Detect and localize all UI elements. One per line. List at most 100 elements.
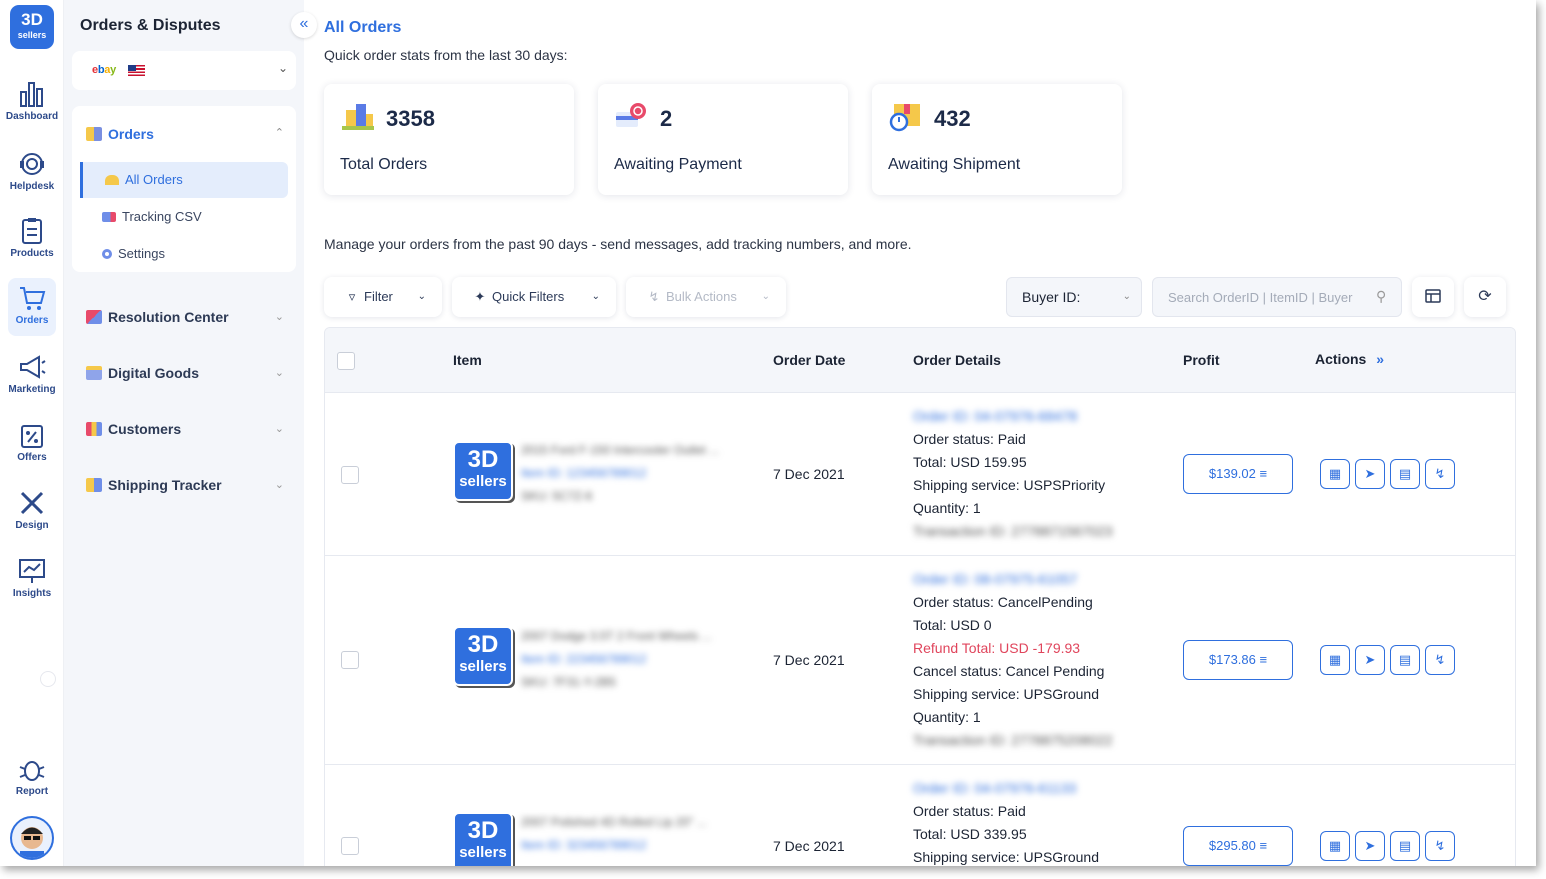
quick-filters-button[interactable]: ✦ Quick Filters ⌄: [452, 277, 616, 317]
buyer-id-select[interactable]: Buyer ID: ⌄: [1006, 277, 1142, 317]
chevron-down-icon: ⌄: [274, 367, 284, 379]
column-header-profit: Profit: [1183, 352, 1220, 368]
resolution-center-icon: [86, 310, 102, 324]
refresh-button[interactable]: ⟳: [1464, 277, 1506, 317]
marketplace-selector[interactable]: ebay ⌄: [72, 51, 296, 90]
rail-item-helpdesk[interactable]: Helpdesk: [0, 150, 64, 192]
item-title[interactable]: 2007 Polished 4D Rolled Lip 20" ...: [521, 815, 707, 829]
column-header-order-date: Order Date: [773, 352, 846, 368]
stat-card-awaiting-payment: 2 Awaiting Payment: [598, 84, 848, 195]
order-total: Total: USD 0: [913, 617, 992, 633]
cancel-status: Cancel status: Cancel Pending: [913, 663, 1105, 679]
collapse-sidebar-button[interactable]: «: [291, 12, 317, 38]
column-header-item: Item: [453, 352, 482, 368]
order-id-link[interactable]: Order ID: 04-07976-68478: [913, 405, 1113, 428]
rail-item-offers[interactable]: Offers: [0, 421, 64, 463]
document-action-button[interactable]: ▤: [1390, 459, 1420, 489]
clipboard-action-button[interactable]: ▦: [1320, 459, 1350, 489]
orders-table: Item Order Date Order Details Profit Act…: [324, 327, 1516, 866]
search-input[interactable]: [1152, 277, 1402, 317]
rail-label: Dashboard: [5, 111, 59, 122]
table-row: 3D sellers 2007 Dodge 3.5T 2 Front Wheels…: [325, 556, 1515, 765]
rail-label: Design: [15, 520, 49, 531]
rail-item-marketing[interactable]: Marketing: [0, 353, 64, 395]
document-action-button[interactable]: ▤: [1390, 831, 1420, 861]
avatar-face-icon: [12, 818, 52, 858]
bulk-actions-button[interactable]: ↯ Bulk Actions ⌄: [626, 277, 786, 317]
transaction-id: Transaction ID: 2778875208022: [913, 732, 1113, 748]
user-avatar[interactable]: [10, 816, 54, 860]
profit-button[interactable]: $139.02 ≡: [1183, 454, 1293, 494]
stat-card-total-orders: 3358 Total Orders: [324, 84, 574, 195]
select-all-checkbox[interactable]: [337, 352, 355, 370]
us-flag-icon: [128, 65, 145, 76]
nav-tracking-csv[interactable]: Tracking CSV: [80, 199, 288, 235]
bug-icon: [19, 761, 45, 781]
monitor-chart-icon: [19, 559, 45, 583]
card-clock-icon: [616, 103, 646, 127]
order-status: Order status: Paid: [913, 431, 1026, 447]
rail-item-report[interactable]: Report: [0, 755, 64, 797]
row-checkbox[interactable]: [341, 466, 359, 484]
main-content: All Orders Quick order stats from the la…: [304, 0, 1536, 866]
column-header-actions: Actions »: [1315, 351, 1385, 367]
order-status: Order status: Paid: [913, 803, 1026, 819]
sliders-icon: ≡: [1259, 838, 1268, 853]
sliders-icon: ≡: [1259, 652, 1268, 667]
nav-customers[interactable]: Customers ⌄: [72, 417, 296, 445]
lightning-action-button[interactable]: ↯: [1425, 645, 1455, 675]
nav-settings[interactable]: Settings: [80, 236, 288, 272]
nav-shipping-tracker[interactable]: Shipping Tracker ⌄: [72, 473, 296, 501]
row-checkbox[interactable]: [341, 837, 359, 855]
clipboard-action-button[interactable]: ▦: [1320, 831, 1350, 861]
refund-total: Refund Total: USD -179.93: [913, 640, 1081, 656]
rail-decoration-circle: [40, 671, 56, 687]
document-action-button[interactable]: ▤: [1390, 645, 1420, 675]
nav-digital-goods[interactable]: Digital Goods ⌄: [72, 361, 296, 389]
magic-wand-icon: ✦: [474, 289, 486, 304]
stat-label: Awaiting Payment: [614, 156, 742, 173]
order-details: Order ID: 04-07976-61133 Order status: P…: [913, 777, 1099, 866]
send-message-button[interactable]: ➤: [1355, 831, 1385, 861]
stat-value: 3358: [386, 106, 435, 131]
order-id-link[interactable]: Order ID: 08-07975-61057: [913, 568, 1113, 591]
app-window: 3D sellers Dashboard Helpdesk Products O…: [0, 0, 1536, 866]
chevron-up-icon[interactable]: ⌃: [275, 126, 284, 139]
orders-group-header[interactable]: Orders: [86, 126, 154, 142]
item-title[interactable]: 2015 Ford F-150 Intercooler Outlet ...: [521, 443, 719, 457]
item-id-link[interactable]: Item ID: 223456789012: [521, 652, 646, 666]
item-sku: SKU: 7F31-Y-2B5: [521, 675, 616, 689]
side-panel: Orders & Disputes ebay ⌄ Orders ⌃ All Or…: [64, 0, 304, 866]
lightning-action-button[interactable]: ↯: [1425, 831, 1455, 861]
lightning-action-button[interactable]: ↯: [1425, 459, 1455, 489]
profit-button[interactable]: $295.80 ≡: [1183, 826, 1293, 866]
row-checkbox[interactable]: [341, 651, 359, 669]
double-chevron-right-icon[interactable]: »: [1376, 351, 1384, 367]
orders-group: Orders ⌃ All Orders Tracking CSV Setting…: [72, 106, 296, 272]
order-id-link[interactable]: Order ID: 04-07976-61133: [913, 777, 1099, 800]
stat-card-awaiting-shipment: 432 Awaiting Shipment: [872, 84, 1122, 195]
nav-resolution-center[interactable]: Resolution Center ⌄: [72, 305, 296, 333]
clipboard-icon: [22, 218, 42, 244]
filter-icon: ▿: [348, 289, 356, 304]
filter-button[interactable]: ▿ Filter ⌄: [324, 277, 442, 317]
nav-all-orders[interactable]: All Orders: [80, 162, 288, 198]
clipboard-action-button[interactable]: ▦: [1320, 645, 1350, 675]
rail-item-orders[interactable]: Orders: [0, 284, 64, 326]
app-logo[interactable]: 3D sellers: [10, 5, 54, 49]
rail-label: Report: [15, 786, 49, 797]
send-message-button[interactable]: ➤: [1355, 459, 1385, 489]
rail-item-insights[interactable]: Insights: [0, 557, 64, 599]
chevron-down-icon: ⌄: [1122, 291, 1131, 302]
item-sku: SKU: 5C7Z-6: [521, 489, 593, 503]
rail-item-design[interactable]: Design: [0, 489, 64, 531]
profit-button[interactable]: $173.86 ≡: [1183, 640, 1293, 680]
lightning-icon: ↯: [648, 289, 660, 304]
item-id-link[interactable]: Item ID: 323456789012: [521, 838, 646, 852]
item-title[interactable]: 2007 Dodge 3.5T 2 Front Wheels ...: [521, 629, 712, 643]
item-id-link[interactable]: Item ID: 123456789012: [521, 466, 646, 480]
rail-item-dashboard[interactable]: Dashboard: [0, 80, 64, 122]
rail-item-products[interactable]: Products: [0, 217, 64, 259]
columns-layout-button[interactable]: [1412, 277, 1454, 317]
send-message-button[interactable]: ➤: [1355, 645, 1385, 675]
